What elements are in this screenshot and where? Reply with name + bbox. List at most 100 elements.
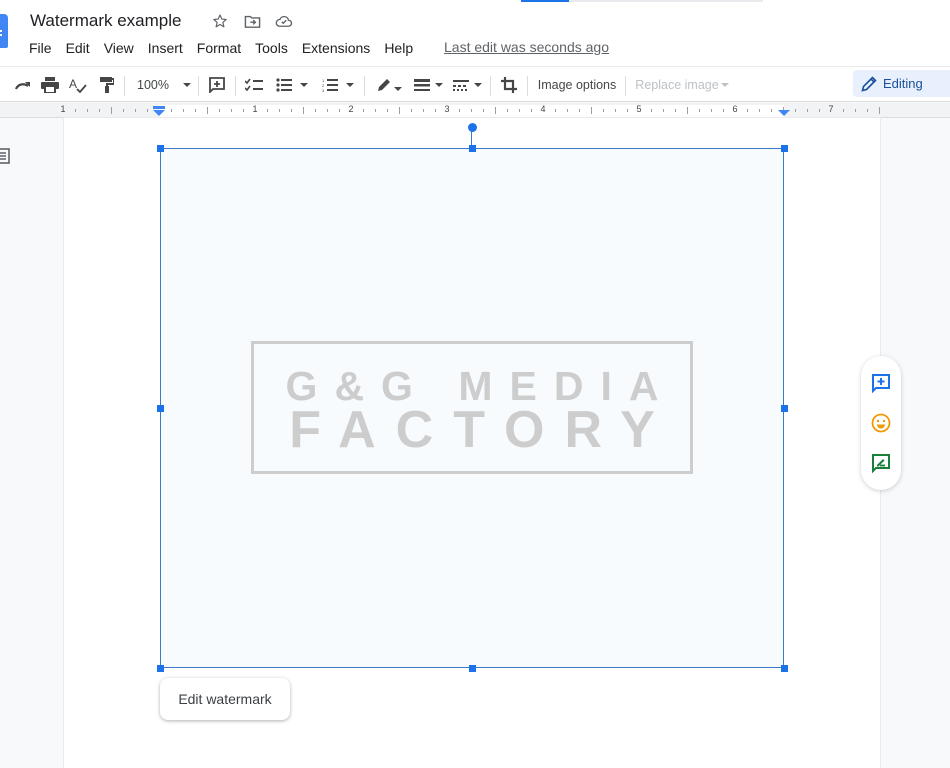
editing-mode-button[interactable]: Editing: [853, 70, 950, 97]
add-comment-button[interactable]: [870, 372, 892, 394]
ruler-tick: [879, 107, 880, 114]
save-progress-bar: [521, 0, 763, 2]
menu-file[interactable]: File: [22, 38, 59, 58]
image-options-button[interactable]: Image options: [534, 72, 620, 98]
ruler-tick: [555, 109, 556, 112]
move-to-folder-icon[interactable]: [242, 11, 262, 31]
chevron-down-icon: [434, 83, 443, 87]
border-color-button[interactable]: [372, 72, 406, 98]
resize-handle-bottom-right[interactable]: [781, 665, 788, 672]
side-action-panel: [861, 356, 901, 490]
save-progress-fill: [521, 0, 570, 2]
ruler-tick: [87, 109, 88, 112]
document-title[interactable]: Watermark example: [30, 11, 181, 31]
star-icon[interactable]: [210, 11, 230, 31]
outline-icon: [0, 148, 10, 164]
ruler-tick: [795, 109, 796, 112]
resize-handle-top-right[interactable]: [781, 145, 788, 152]
border-dash-button[interactable]: [450, 72, 484, 98]
horizontal-ruler[interactable]: 1 1 2 3 4 5 6 7: [0, 103, 950, 118]
print-icon: [41, 77, 59, 93]
ruler-tick: [435, 109, 436, 112]
ruler-tick: [111, 107, 112, 114]
numbered-list-icon: 123: [322, 78, 338, 92]
chevron-down-icon: [393, 87, 402, 91]
add-emoji-reaction-button[interactable]: [870, 412, 892, 434]
svg-text:A: A: [69, 77, 77, 91]
toolbar-divider: [235, 76, 236, 96]
ruler-tick: [723, 109, 724, 112]
left-indent-handle[interactable]: [153, 110, 165, 116]
ruler-label: 1: [60, 104, 66, 114]
ruler-tick: [411, 109, 412, 112]
crop-button[interactable]: [498, 72, 520, 98]
toolbar-divider: [527, 76, 528, 96]
menu-tools[interactable]: Tools: [248, 38, 295, 58]
resize-handle-top[interactable]: [469, 145, 476, 152]
undo-button[interactable]: [0, 72, 4, 98]
first-line-indent-handle[interactable]: [153, 106, 165, 109]
ruler-tick: [471, 109, 472, 112]
add-comment-icon: [872, 374, 890, 393]
ruler-tick: [711, 109, 712, 112]
emoji-icon: [871, 413, 891, 433]
ruler-tick: [663, 109, 664, 112]
ruler-tick: [267, 109, 268, 112]
ruler-label: 1: [252, 104, 258, 114]
numbered-list-button[interactable]: 123: [318, 72, 358, 98]
resize-handle-bottom[interactable]: [469, 665, 476, 672]
ruler-label: 5: [636, 104, 642, 114]
ruler-tick: [387, 109, 388, 112]
menu-help[interactable]: Help: [377, 38, 420, 58]
editing-mode-label: Editing: [883, 76, 923, 91]
ruler-tick: [207, 107, 208, 114]
zoom-value: 100%: [137, 78, 169, 92]
zoom-select[interactable]: 100%: [136, 72, 192, 98]
menu-insert[interactable]: Insert: [141, 38, 190, 58]
edit-watermark-button[interactable]: Edit watermark: [160, 678, 290, 720]
suggest-edits-icon: [872, 454, 890, 473]
docs-logo-icon[interactable]: [0, 14, 8, 48]
menu-view[interactable]: View: [97, 38, 141, 58]
title-icons: [210, 11, 294, 31]
border-weight-button[interactable]: [411, 72, 445, 98]
right-indent-handle[interactable]: [778, 110, 790, 116]
print-button[interactable]: [39, 72, 61, 98]
watermark-text-line2: FACTORY: [289, 401, 675, 459]
paint-format-icon: [100, 77, 114, 93]
ruler-label: 2: [348, 104, 354, 114]
redo-button[interactable]: [12, 72, 34, 98]
chevron-down-icon: [473, 83, 482, 87]
resize-handle-right[interactable]: [781, 405, 788, 412]
replace-image-button[interactable]: Replace image: [632, 72, 732, 98]
cloud-saved-icon[interactable]: [274, 11, 294, 31]
resize-handle-bottom-left[interactable]: [157, 665, 164, 672]
bulleted-list-button[interactable]: [272, 72, 312, 98]
resize-handle-left[interactable]: [157, 405, 164, 412]
resize-handle-top-left[interactable]: [157, 145, 164, 152]
paint-format-button[interactable]: [96, 72, 118, 98]
rotation-handle[interactable]: [468, 123, 477, 132]
crop-icon: [501, 77, 517, 93]
chevron-down-icon: [300, 83, 308, 87]
ruler-tick: [339, 109, 340, 112]
checklist-button[interactable]: [243, 72, 265, 98]
suggest-edits-button[interactable]: [870, 452, 892, 474]
border-weight-icon: [413, 79, 430, 91]
menu-extensions[interactable]: Extensions: [295, 38, 377, 58]
spellcheck-button[interactable]: A: [67, 72, 89, 98]
ruler-tick: [519, 109, 520, 112]
menu-format[interactable]: Format: [190, 38, 248, 58]
ruler-tick: [687, 107, 688, 114]
document-outline-button[interactable]: [0, 148, 10, 164]
ruler-tick: [231, 109, 232, 112]
last-edit-link[interactable]: Last edit was seconds ago: [444, 39, 609, 55]
menu-edit[interactable]: Edit: [59, 38, 97, 58]
chevron-down-icon: [720, 83, 729, 87]
pencil-icon: [861, 75, 877, 92]
ruler-label: 4: [540, 104, 546, 114]
add-comment-button[interactable]: [206, 72, 228, 98]
ruler-tick: [363, 109, 364, 112]
watermark-logo: G&G MEDIA FACTORY: [251, 341, 693, 474]
ruler-label: 3: [444, 104, 450, 114]
